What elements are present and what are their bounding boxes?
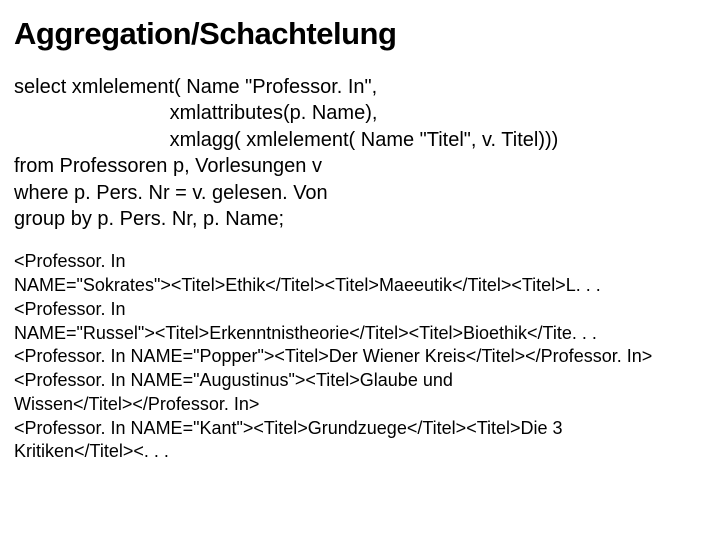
page-title: Aggregation/Schachtelung <box>14 16 706 52</box>
sql-code-block: select xmlelement( Name "Professor. In",… <box>14 74 706 232</box>
xml-output-block: <Professor. In NAME="Sokrates"><Titel>Et… <box>14 250 706 464</box>
